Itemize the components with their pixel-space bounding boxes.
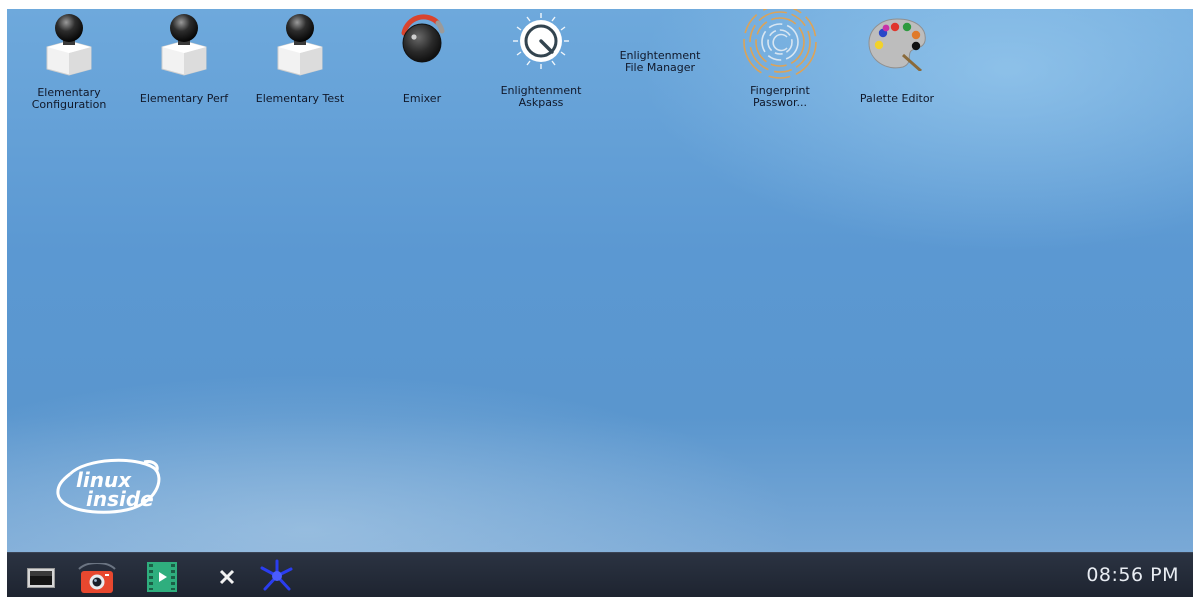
desktop-icon-label: Emixer <box>402 92 442 105</box>
camera-icon <box>78 562 116 593</box>
desktop-icon-label: Enlightenment Askpass <box>500 84 582 109</box>
media-player-icon <box>147 562 177 592</box>
linux-inside-logo: linux inside <box>56 458 161 514</box>
taskbar-item-terminal[interactable] <box>27 568 55 592</box>
taskbar-item-screenshot[interactable] <box>77 562 117 597</box>
desktop-icon-enlightenment-file-manager[interactable]: Enlightenment File Manager <box>600 9 720 119</box>
taskbar: 08:56 PM <box>7 552 1193 597</box>
logo-text-inside: inside <box>86 487 154 511</box>
desktop-icon-label: Elementary Perf <box>139 92 229 105</box>
askpass-dial-icon <box>513 13 569 69</box>
desktop-icon-label: Elementary Configuration <box>31 86 107 111</box>
desktop-icon-label: Fingerprint Passwor... <box>750 84 810 109</box>
elementary-bust-icon <box>277 14 323 76</box>
taskbar-clock[interactable]: 08:56 PM <box>1086 564 1179 586</box>
fingerprint-icon <box>743 9 817 79</box>
desktop-icon-enlightenment-askpass[interactable]: Enlightenment Askpass <box>481 9 601 119</box>
palette-icon <box>868 18 926 71</box>
taskbar-item-media-player[interactable] <box>147 562 177 596</box>
desktop-icon-emixer[interactable]: Emixer <box>362 9 482 119</box>
close-x-icon <box>219 569 235 585</box>
desktop-icon-elementary-perf[interactable]: Elementary Perf <box>124 9 244 119</box>
desktop-icon-label: Elementary Test <box>255 92 345 105</box>
desktop-area[interactable]: Elementary Configuration Elementary Perf <box>7 9 1193 552</box>
desktop-icon-fingerprint-password[interactable]: Fingerprint Passwor... <box>720 9 840 119</box>
desktop-icon-elementary-test[interactable]: Elementary Test <box>240 9 360 119</box>
taskbar-item-close[interactable] <box>217 567 237 591</box>
elementary-bust-icon <box>46 14 92 76</box>
desktop-icon-palette-editor[interactable]: Palette Editor <box>837 9 957 119</box>
volume-knob-icon <box>401 14 445 63</box>
terminal-icon <box>27 568 55 588</box>
desktop-icon-label: Enlightenment File Manager <box>619 49 701 74</box>
enlightenment-star-icon <box>260 559 293 591</box>
elementary-bust-icon <box>161 14 207 76</box>
desktop-icon-label: Palette Editor <box>859 92 935 105</box>
taskbar-item-enlightenment-menu[interactable] <box>259 559 295 597</box>
desktop-icon-elementary-configuration[interactable]: Elementary Configuration <box>9 9 129 119</box>
